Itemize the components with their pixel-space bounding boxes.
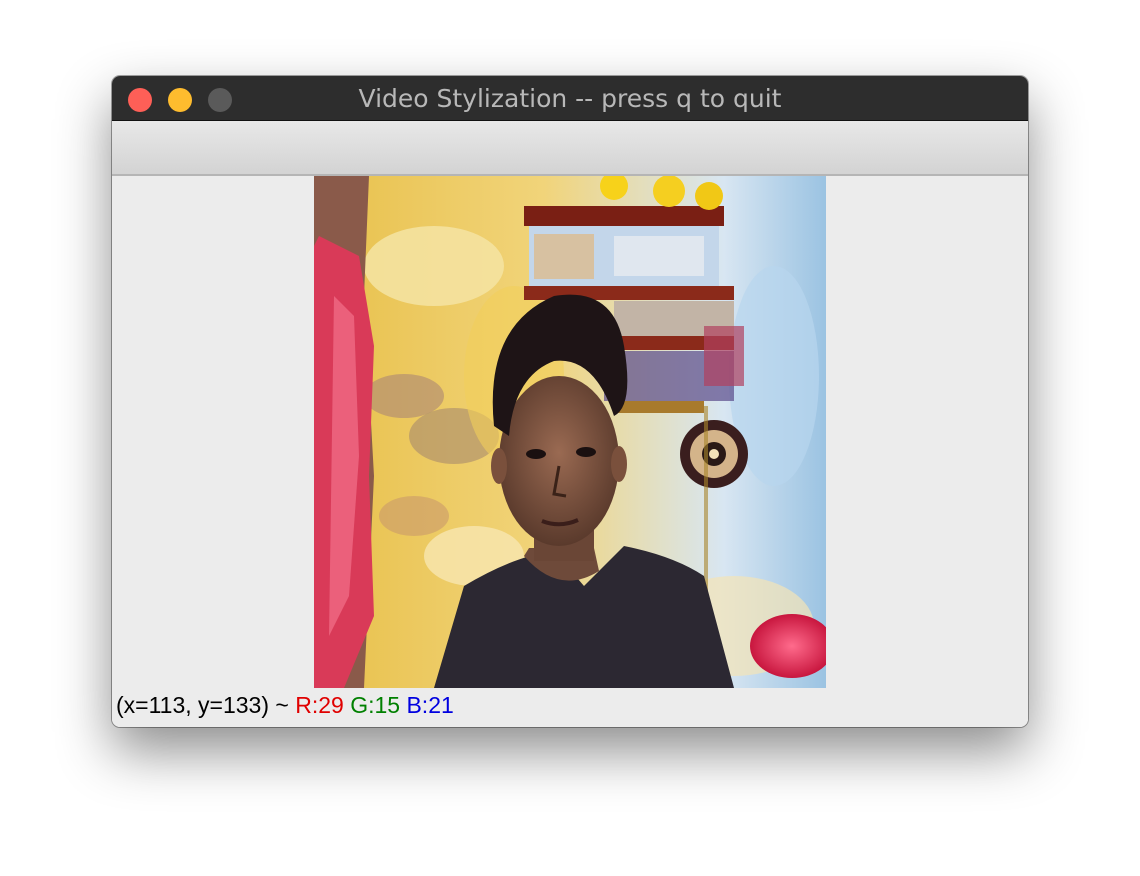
window-title: Video Stylization -- press q to quit (358, 84, 782, 113)
image-view[interactable]: (x=113, y=133) ~ R:29 G:15 B:21 (112, 176, 1028, 727)
stylized-video-frame[interactable] (314, 176, 826, 688)
title-bar[interactable]: Video Stylization -- press q to quit (112, 76, 1028, 121)
green-channel-value: G:15 (350, 692, 401, 718)
red-channel-value: R:29 (295, 692, 344, 718)
toolbar (112, 121, 1028, 176)
pixel-info-status: (x=113, y=133) ~ R:29 G:15 B:21 (116, 690, 454, 720)
blue-channel-value: B:21 (406, 692, 454, 718)
app-window: Video Stylization -- press q to quit (x=… (112, 76, 1028, 727)
cursor-coordinates: (x=113, y=133) ~ (116, 692, 289, 718)
